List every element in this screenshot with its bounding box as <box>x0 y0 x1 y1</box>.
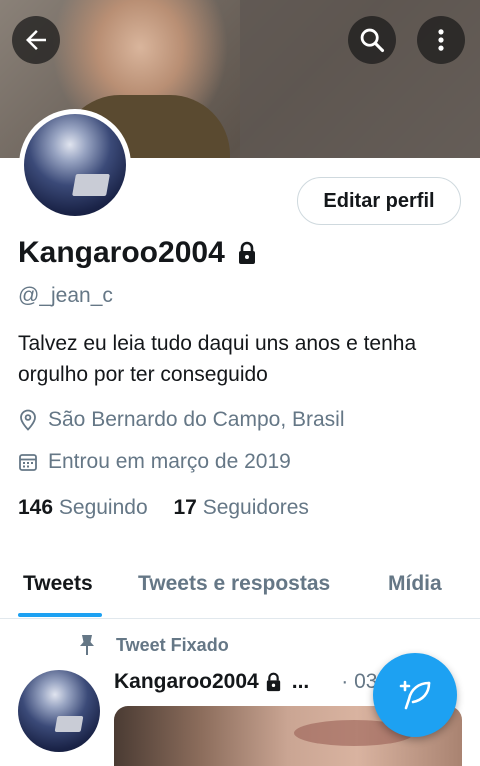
following-link[interactable]: 146 Seguindo <box>18 496 148 519</box>
profile-tabs: Tweets Tweets e respostas Mídia <box>0 560 480 619</box>
following-label: Seguindo <box>58 496 148 519</box>
search-button[interactable] <box>348 16 396 64</box>
arrow-left-icon <box>26 30 46 50</box>
tweet-author-name[interactable]: Kangaroo2004 <box>114 670 259 694</box>
more-options-button[interactable] <box>417 16 465 64</box>
tab-media[interactable]: Mídia <box>388 572 442 596</box>
pin-icon <box>80 635 94 655</box>
pinned-indicator: Tweet Fixado <box>78 634 229 656</box>
edit-profile-button[interactable]: Editar perfil <box>297 177 461 225</box>
lock-icon <box>238 241 255 264</box>
followers-label: Seguidores <box>202 496 309 519</box>
compose-feather-icon <box>399 680 431 710</box>
compose-tweet-button[interactable] <box>373 653 457 737</box>
tweet-handle-ellipsis: ... <box>291 670 310 693</box>
back-button[interactable] <box>12 16 60 64</box>
tab-tweets-and-replies[interactable]: Tweets e respostas <box>138 572 330 596</box>
location-pin-icon <box>20 409 36 431</box>
location-text: São Bernardo do Campo, Brasil <box>48 408 345 431</box>
profile-bio: Talvez eu leia tudo daqui uns anos e ten… <box>18 332 417 386</box>
following-count: 146 <box>18 496 54 519</box>
location-row: São Bernardo do Campo, Brasil <box>18 408 345 432</box>
profile-avatar[interactable] <box>19 109 131 221</box>
user-handle: @_jean_c <box>18 284 113 307</box>
display-name: Kangaroo2004 <box>18 236 225 269</box>
tweet-header: Kangaroo2004 ... · 03 s <box>114 670 394 694</box>
more-vertical-icon <box>438 29 444 51</box>
tweet-author-avatar[interactable] <box>18 670 100 752</box>
followers-count: 17 <box>173 496 197 519</box>
laptop-shape-small <box>54 716 84 732</box>
search-icon <box>360 28 385 53</box>
display-name-row: Kangaroo2004 <box>18 236 257 270</box>
pinned-label: Tweet Fixado <box>116 634 229 655</box>
lock-icon-small <box>266 672 280 692</box>
follow-stats: 146 Seguindo 17 Seguidores <box>18 496 309 520</box>
joined-row: Entrou em março de 2019 <box>18 450 291 474</box>
avatar-image <box>24 114 126 216</box>
tab-tweets[interactable]: Tweets <box>23 572 93 596</box>
active-tab-indicator <box>18 613 102 617</box>
laptop-shape <box>72 174 110 196</box>
calendar-icon <box>19 454 37 471</box>
followers-link[interactable]: 17 Seguidores <box>173 496 308 519</box>
joined-text: Entrou em março de 2019 <box>48 450 291 473</box>
tweet-avatar-image <box>18 670 100 752</box>
